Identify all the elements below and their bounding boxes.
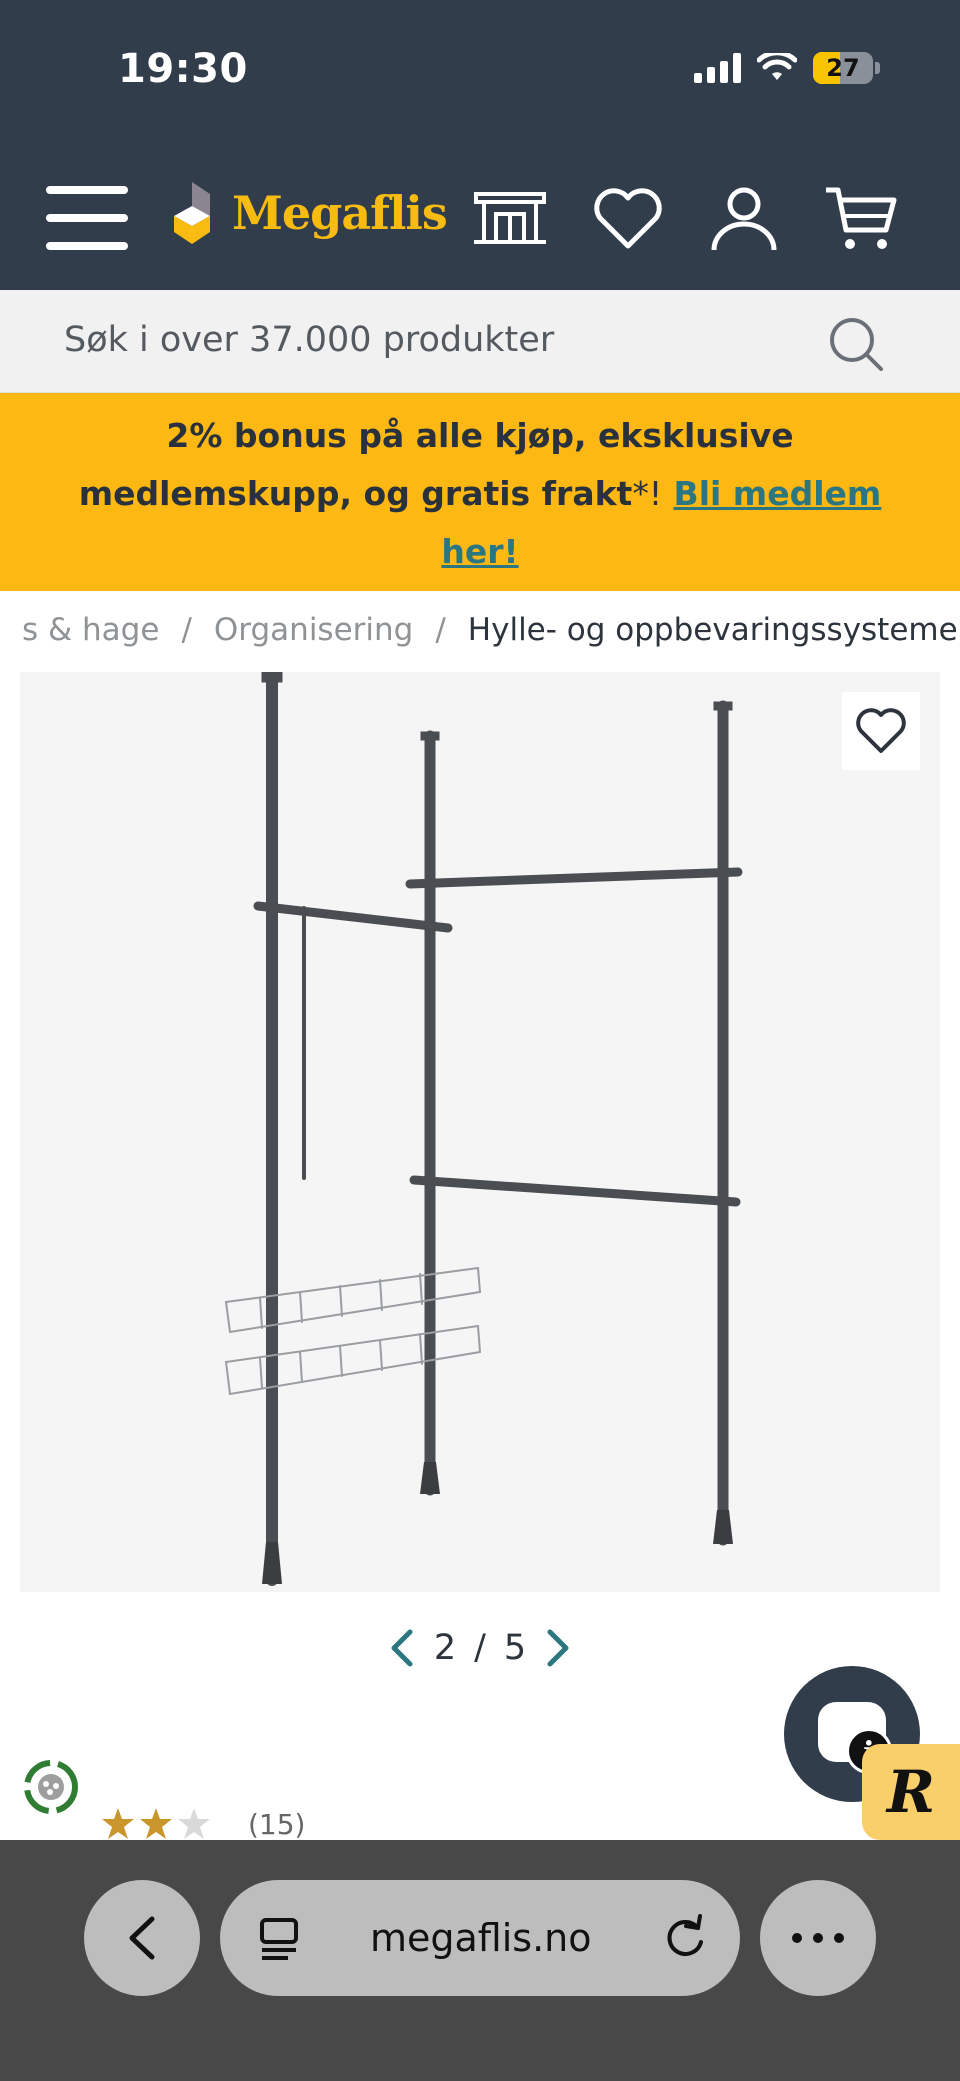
browser-toolbar: megaflis.no [0, 1840, 960, 2081]
promo-asterisk: *! [632, 474, 663, 513]
rating[interactable]: (15) [100, 1806, 305, 1842]
battery-indicator: 27 [813, 52, 873, 84]
more-icon [792, 1933, 844, 1943]
breadcrumb-item[interactable]: s & hage [22, 612, 159, 648]
logo-mark-icon [174, 182, 210, 244]
pager-total: 5 [503, 1628, 527, 1668]
status-icons: 27 [694, 52, 880, 84]
breadcrumb-item[interactable]: Organisering [214, 612, 413, 648]
breadcrumb: s & hage / Organisering / Hylle- og oppbevar… [22, 612, 960, 648]
more-button[interactable] [760, 1880, 876, 1996]
store-icon[interactable] [472, 184, 548, 254]
status-time: 19:30 [118, 46, 248, 92]
hamburger-icon[interactable] [46, 186, 128, 250]
pager-current: 2 [433, 1628, 457, 1668]
cart-icon[interactable] [824, 184, 900, 254]
rating-count: (15) [248, 1807, 306, 1841]
user-icon[interactable] [706, 184, 782, 254]
recycle-icon [24, 1760, 78, 1814]
chevron-left-icon[interactable] [388, 1628, 416, 1668]
chevron-right-icon[interactable] [544, 1628, 572, 1668]
search-bar[interactable]: Søk i over 37.000 produkter [0, 290, 960, 393]
breadcrumb-current[interactable]: Hylle- og oppbevaringssystemer [468, 612, 960, 648]
battery-tip [875, 62, 880, 74]
join-link[interactable]: Bli medlem [674, 474, 882, 513]
status-bar: 19:30 27 [0, 0, 960, 150]
address-bar[interactable]: megaflis.no [220, 1880, 740, 1996]
promo-banner: 2% bonus på alle kjøp, eksklusive medlem… [0, 393, 960, 591]
battery-level: 27 [826, 54, 860, 82]
star-icon [178, 1808, 210, 1839]
promo-line2: medlemskupp, og gratis frakt [78, 474, 633, 513]
image-pager: 2 / 5 [380, 1620, 580, 1676]
chevron-left-icon [129, 1916, 155, 1960]
search-input[interactable]: Søk i over 37.000 produkter [64, 320, 554, 360]
star-icon [102, 1808, 134, 1839]
logo[interactable]: Megaflis [174, 182, 448, 244]
favorite-button[interactable] [842, 692, 920, 770]
wifi-icon [757, 53, 797, 80]
promo-line1: 2% bonus på alle kjøp, eksklusive [166, 416, 794, 455]
heart-icon[interactable] [590, 184, 666, 254]
signal-icon [694, 53, 741, 83]
join-link-2[interactable]: her! [441, 532, 518, 571]
pager-separator: / [474, 1628, 486, 1668]
breadcrumb-separator: / [435, 612, 446, 648]
url-text: megaflis.no [370, 1916, 592, 1960]
reload-icon[interactable] [662, 1914, 708, 1962]
search-icon[interactable] [826, 314, 886, 374]
star-icon [140, 1808, 172, 1839]
breadcrumb-separator: / [181, 612, 192, 648]
reader-icon [260, 1918, 298, 1960]
review-widget-icon[interactable]: R [862, 1744, 960, 1840]
product-image[interactable] [20, 671, 940, 1592]
back-button[interactable] [84, 1880, 200, 1996]
promo-line2-wrap: medlemskupp, og gratis frakt*! Bli medle… [0, 465, 960, 523]
logo-text: Megaflis [232, 186, 448, 240]
heart-icon [856, 708, 906, 753]
product-photo [224, 671, 743, 1586]
top-nav: Megaflis [0, 150, 960, 290]
